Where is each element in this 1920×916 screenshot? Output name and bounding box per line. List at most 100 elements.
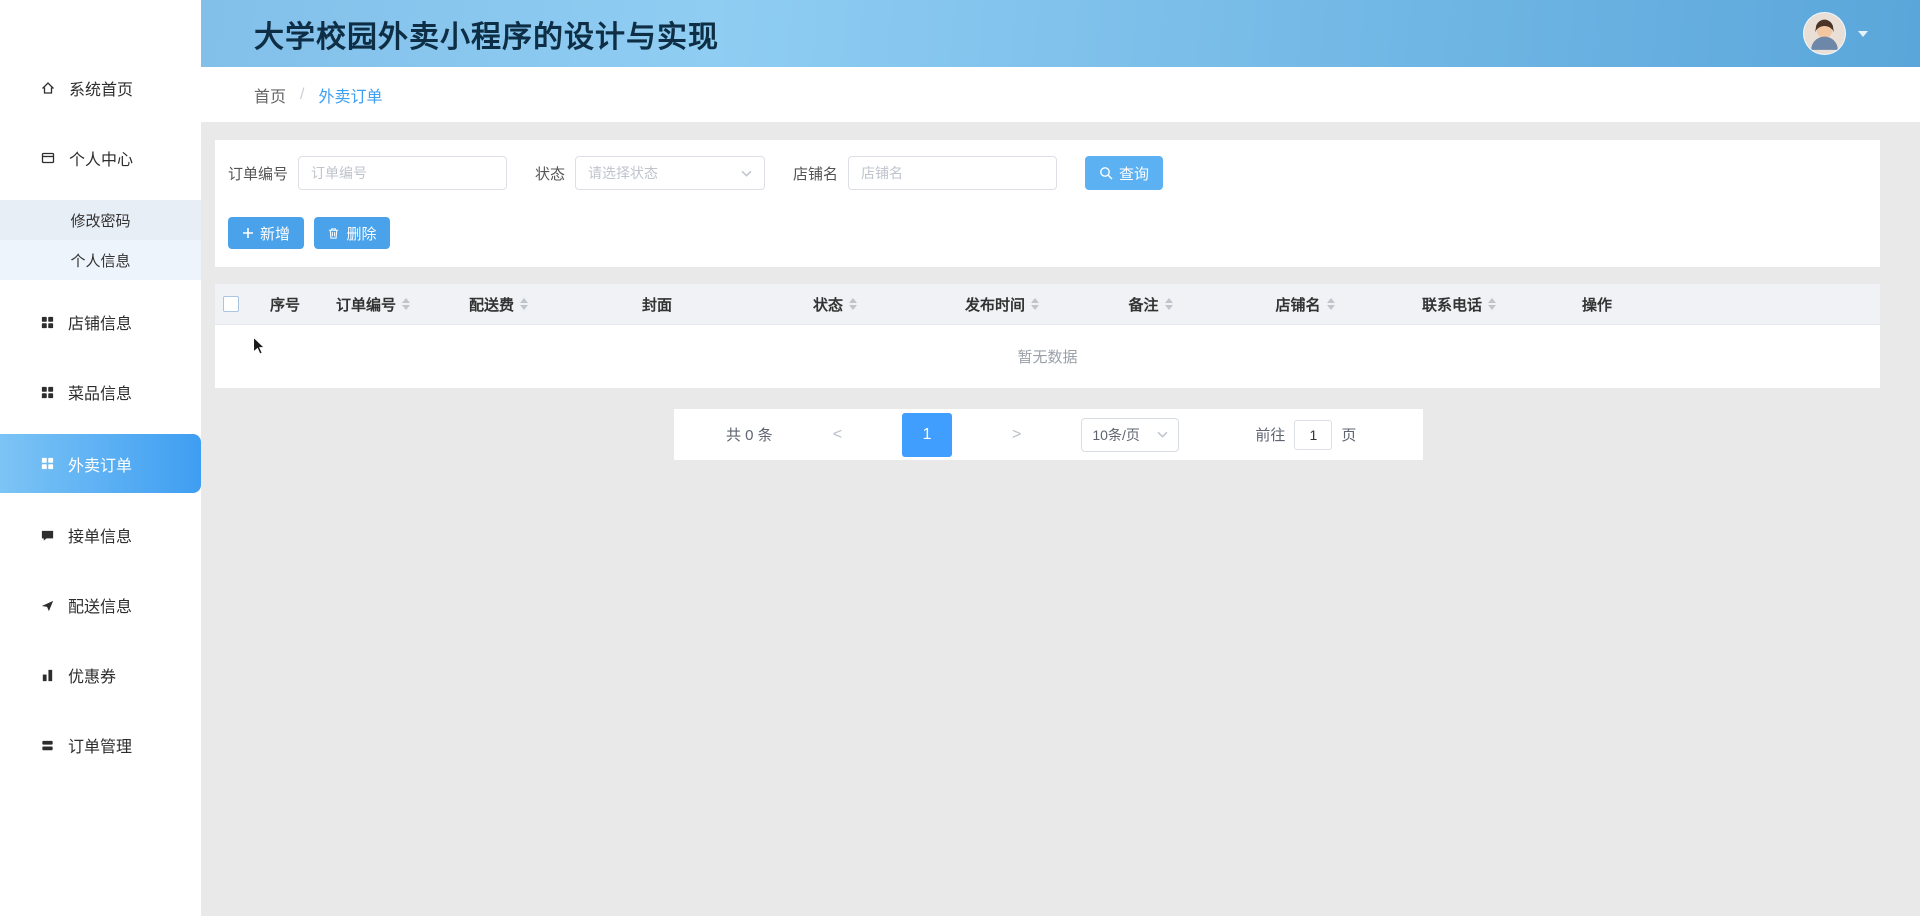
table-header-cover: 封面 <box>571 294 743 315</box>
order-no-input[interactable] <box>298 156 507 190</box>
sidebar-item-label: 修改密码 <box>70 210 130 231</box>
column-label: 序号 <box>270 294 300 315</box>
sort-carets-icon <box>1327 298 1335 310</box>
table-header-actions: 操作 <box>1532 294 1880 315</box>
sidebar-item-coupons[interactable]: 优惠券 <box>0 647 201 703</box>
goto-unit: 页 <box>1341 424 1356 445</box>
sidebar-item-shop-info[interactable]: 店铺信息 <box>0 294 201 350</box>
avatar-image <box>1804 13 1845 54</box>
sidebar-item-delivery-info[interactable]: 配送信息 <box>0 577 201 633</box>
pagination: 共 0 条 < 1 > 10条/页 前往 页 <box>674 409 1423 460</box>
sort-carets-icon <box>402 298 410 310</box>
table-header-remark[interactable]: 备注 <box>1077 294 1224 315</box>
sidebar-item-label: 配送信息 <box>68 593 132 617</box>
column-label: 联系电话 <box>1422 294 1482 315</box>
status-select-placeholder: 请选择状态 <box>588 163 658 183</box>
column-label: 封面 <box>642 294 672 315</box>
home-icon <box>40 80 56 96</box>
status-field: 状态 请选择状态 <box>535 156 765 190</box>
pagination-goto: 前往 页 <box>1255 420 1356 450</box>
sidebar-item-personal-center[interactable]: 个人中心 <box>0 130 201 186</box>
sidebar-item-label: 接单信息 <box>68 523 132 547</box>
search-button-label: 查询 <box>1119 163 1149 184</box>
send-icon <box>40 598 55 613</box>
data-table: 序号 订单编号 配送费 封面 状态 发布时间 备注 <box>215 284 1880 388</box>
table-header-row: 序号 订单编号 配送费 封面 状态 发布时间 备注 <box>215 284 1880 325</box>
search-icon <box>1099 166 1113 180</box>
message-icon <box>40 528 55 543</box>
page-title: 大学校园外卖小程序的设计与实现 <box>254 12 719 56</box>
breadcrumb-home[interactable]: 首页 <box>254 83 286 107</box>
search-row: 订单编号 状态 请选择状态 店铺名 查询 <box>228 155 1880 191</box>
shop-name-field: 店铺名 <box>793 156 1057 190</box>
status-select[interactable]: 请选择状态 <box>575 156 765 190</box>
sort-carets-icon <box>520 298 528 310</box>
breadcrumb: 首页 / 外卖订单 <box>201 67 1920 122</box>
shop-name-label: 店铺名 <box>793 163 838 184</box>
column-label: 发布时间 <box>965 294 1025 315</box>
sidebar-item-label: 个人中心 <box>69 146 133 170</box>
sort-carets-icon <box>1488 298 1496 310</box>
goto-page-input[interactable] <box>1294 420 1332 450</box>
toolbar: 新增 删除 <box>228 217 1880 249</box>
select-all-checkbox[interactable] <box>223 296 239 312</box>
table-header-delivery-fee[interactable]: 配送费 <box>426 294 571 315</box>
grid-icon <box>40 385 55 400</box>
table-empty-state: 暂无数据 <box>215 325 1880 388</box>
table-header-shop-name[interactable]: 店铺名 <box>1224 294 1386 315</box>
breadcrumb-current[interactable]: 外卖订单 <box>318 83 382 107</box>
delete-button-label: 删除 <box>346 223 376 244</box>
sort-carets-icon <box>849 298 857 310</box>
order-no-field: 订单编号 <box>228 156 507 190</box>
sidebar-item-change-password[interactable]: 修改密码 <box>0 200 201 240</box>
sidebar: 系统首页 个人中心 修改密码 个人信息 店铺信息 菜品信息 外卖订单 <box>0 0 201 916</box>
screen: 系统首页 个人中心 修改密码 个人信息 店铺信息 菜品信息 外卖订单 <box>0 0 1920 916</box>
column-label: 订单编号 <box>336 294 396 315</box>
column-label: 状态 <box>813 294 843 315</box>
page-size-value: 10条/页 <box>1092 425 1139 445</box>
sort-carets-icon <box>1031 298 1039 310</box>
pagination-next-button[interactable]: > <box>1006 425 1027 445</box>
sidebar-item-dish-info[interactable]: 菜品信息 <box>0 364 201 420</box>
chevron-down-icon[interactable] <box>1858 31 1868 37</box>
shop-name-input[interactable] <box>848 156 1057 190</box>
plus-icon <box>242 227 254 239</box>
trash-icon <box>327 227 340 240</box>
goto-label: 前往 <box>1255 424 1285 445</box>
table-header-order-no[interactable]: 订单编号 <box>320 294 426 315</box>
column-label: 操作 <box>1582 294 1612 315</box>
sidebar-item-label: 系统首页 <box>69 76 133 100</box>
sort-carets-icon <box>1165 298 1173 310</box>
pagination-prev-button[interactable]: < <box>827 425 848 445</box>
sidebar-item-order-management[interactable]: 订单管理 <box>0 717 201 773</box>
column-label: 店铺名 <box>1275 294 1320 315</box>
order-no-label: 订单编号 <box>228 163 288 184</box>
table-header-publish-time[interactable]: 发布时间 <box>927 294 1077 315</box>
grid-icon <box>40 456 55 471</box>
sidebar-item-label: 菜品信息 <box>68 380 132 404</box>
grid-icon <box>40 315 55 330</box>
pagination-page-1[interactable]: 1 <box>902 413 952 457</box>
table-header-phone[interactable]: 联系电话 <box>1386 294 1532 315</box>
sidebar-submenu: 修改密码 个人信息 <box>0 200 201 280</box>
sidebar-item-personal-info[interactable]: 个人信息 <box>0 240 201 280</box>
status-label: 状态 <box>535 163 565 184</box>
column-label: 备注 <box>1128 294 1158 315</box>
chevron-down-icon <box>741 170 752 177</box>
avatar[interactable] <box>1803 12 1846 55</box>
search-panel: 订单编号 状态 请选择状态 店铺名 查询 新增 <box>215 140 1880 267</box>
search-button[interactable]: 查询 <box>1085 156 1163 190</box>
topbar: 大学校园外卖小程序的设计与实现 <box>201 0 1920 67</box>
sidebar-item-system-home[interactable]: 系统首页 <box>0 60 201 116</box>
page-size-select[interactable]: 10条/页 <box>1081 418 1179 452</box>
pagination-total: 共 0 条 <box>726 424 773 445</box>
sidebar-item-order-taking-info[interactable]: 接单信息 <box>0 507 201 563</box>
add-button-label: 新增 <box>260 223 290 244</box>
breadcrumb-separator: / <box>300 86 304 104</box>
column-label: 配送费 <box>469 294 514 315</box>
sidebar-item-takeout-orders[interactable]: 外卖订单 <box>0 434 201 493</box>
table-header-index: 序号 <box>250 294 320 315</box>
add-button[interactable]: 新增 <box>228 217 304 249</box>
table-header-status[interactable]: 状态 <box>743 294 927 315</box>
delete-button[interactable]: 删除 <box>314 217 390 249</box>
